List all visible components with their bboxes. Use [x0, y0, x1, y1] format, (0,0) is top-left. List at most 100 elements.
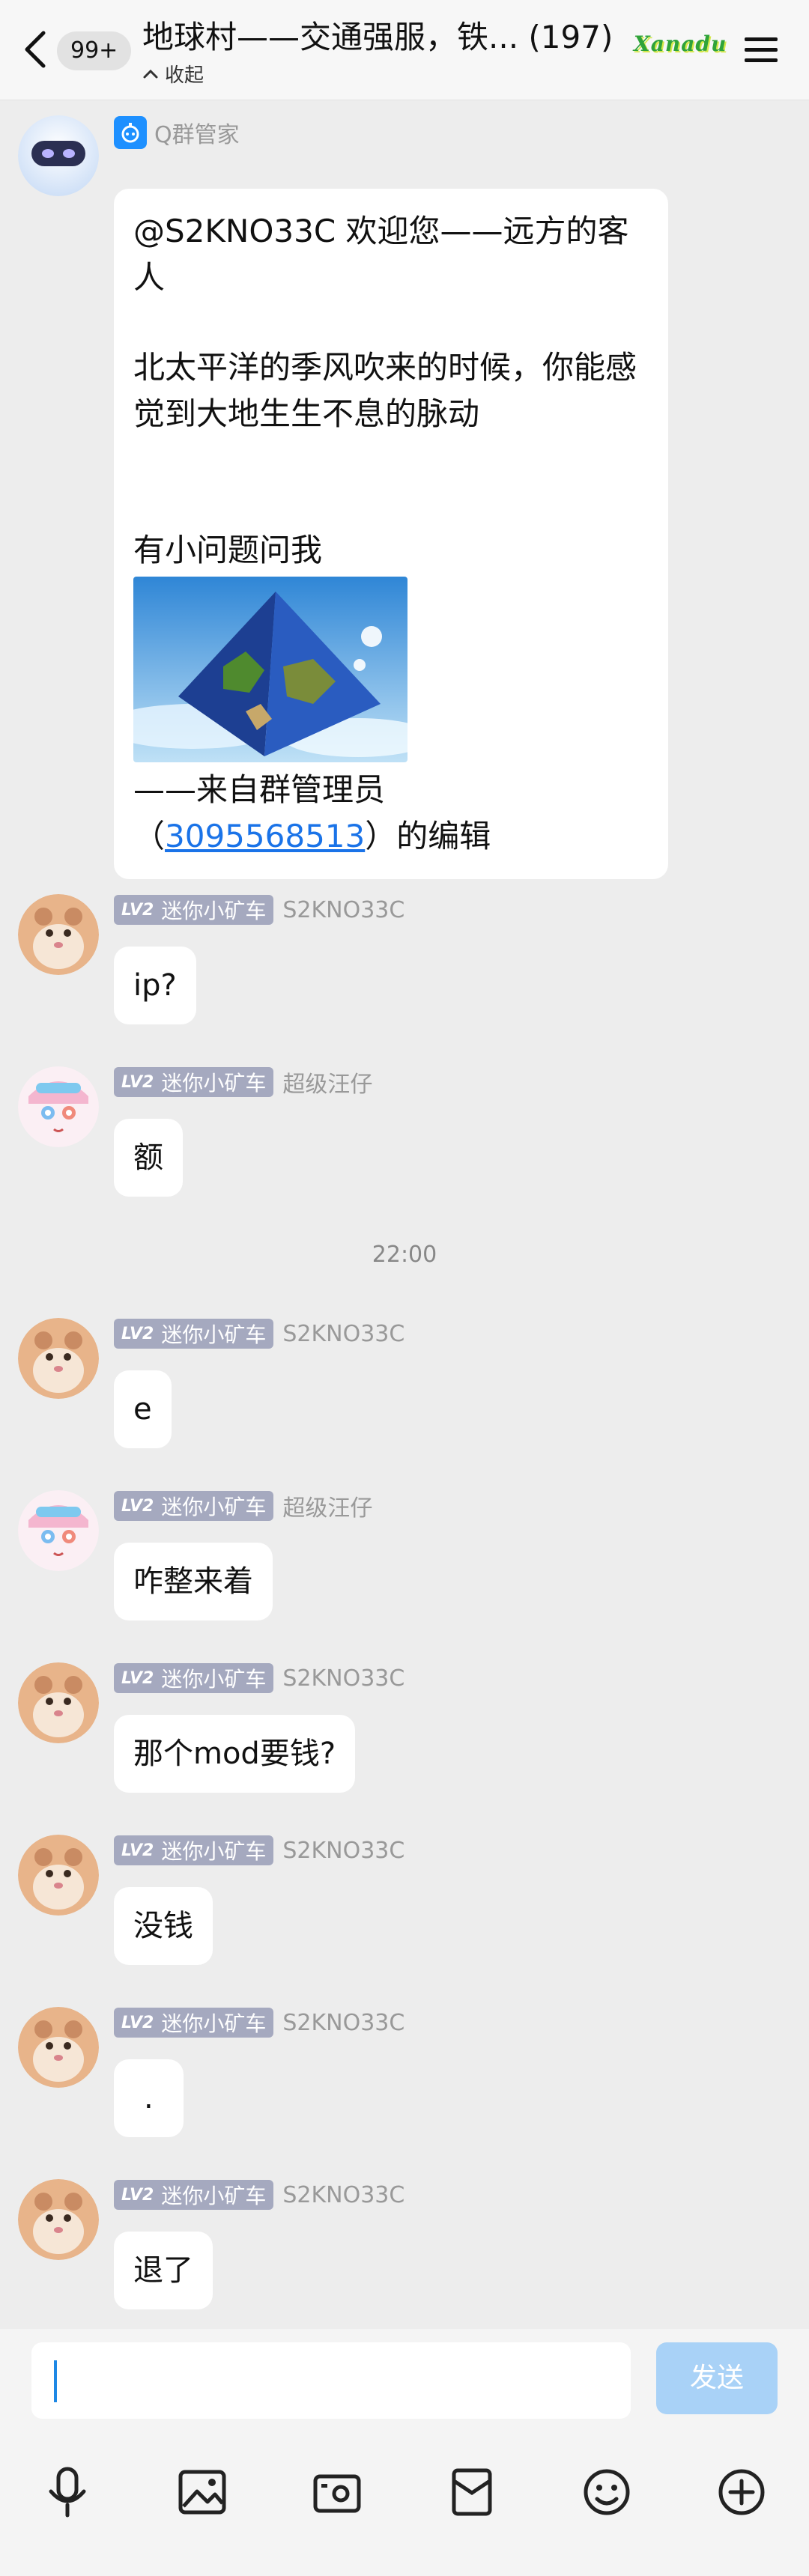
sender-name[interactable]: 超级汪仔 — [282, 1066, 372, 1099]
bot-avatar[interactable] — [18, 115, 99, 196]
robot-icon — [114, 116, 147, 149]
level-text: LV2 — [121, 900, 154, 920]
message-item: LV2 迷你小矿车 S2KNO33C e — [0, 1318, 809, 1453]
sender-line: LV2 迷你小矿车 超级汪仔 — [114, 1066, 372, 1098]
level-text: LV2 — [121, 1496, 154, 1516]
member-title: 迷你小矿车 — [161, 1322, 267, 1347]
level-text: LV2 — [121, 2013, 154, 2032]
sender-name[interactable]: S2KNO33C — [282, 1665, 404, 1692]
user-avatar[interactable] — [18, 894, 99, 975]
message-bubble[interactable]: 退了 — [114, 2232, 213, 2309]
level-text: LV2 — [121, 2185, 154, 2205]
signature-text: ——来自群管理员 — [133, 771, 386, 808]
message-item: Q群管家 @S2KNO33C 欢迎您——远方的客人 北太平洋的季风吹来的时候，你… — [0, 115, 809, 879]
message-bubble[interactable]: ip? — [114, 947, 196, 1024]
sender-name[interactable]: S2KNO33C — [282, 1838, 404, 1864]
message-item: LV2 迷你小矿车 S2KNO33C 没钱 — [0, 1835, 809, 1969]
user-avatar[interactable] — [18, 2007, 99, 2088]
user-avatar[interactable] — [18, 1835, 99, 1916]
chevron-up-icon — [143, 69, 158, 79]
menu-button[interactable] — [742, 33, 781, 67]
sender-name[interactable]: S2KNO33C — [282, 2182, 404, 2208]
message-bubble[interactable]: . — [114, 2059, 184, 2137]
message-bubble[interactable]: 咋整来着 — [114, 1543, 273, 1620]
collapse-label: 收起 — [165, 64, 204, 87]
sender-line: LV2 迷你小矿车 超级汪仔 — [114, 1490, 372, 1522]
chat-header: 99+ 地球村——交通强服，铁... (197) 收起 Xanadu — [0, 0, 809, 100]
level-badge: LV2 迷你小矿车 — [114, 895, 274, 925]
image-icon — [178, 2470, 226, 2515]
message-item: LV2 迷你小矿车 S2KNO33C 那个mod要钱? — [0, 1662, 809, 1797]
red-packet-icon — [452, 2468, 492, 2516]
user-avatar[interactable] — [18, 1318, 99, 1399]
back-button[interactable] — [18, 27, 55, 72]
hamburger-menu-icon — [745, 37, 778, 62]
level-text: LV2 — [121, 1668, 154, 1688]
message-bubble[interactable]: e — [114, 1370, 172, 1448]
welcome-text: 有小问题问我 — [133, 532, 323, 568]
level-badge: LV2 迷你小矿车 — [114, 1491, 274, 1521]
group-logo: Xanadu — [634, 31, 727, 56]
level-text: LV2 — [121, 1841, 154, 1860]
send-button[interactable]: 发送 — [656, 2342, 778, 2414]
message-item: LV2 迷你小矿车 S2KNO33C . — [0, 2007, 809, 2142]
user-avatar[interactable] — [18, 1490, 99, 1571]
sender-name[interactable]: S2KNO33C — [282, 897, 404, 923]
member-title: 迷你小矿车 — [161, 2011, 267, 2036]
welcome-text: 北太平洋的季风吹来的时候，你能感觉到大地生生不息的脉动 — [133, 349, 637, 432]
message-item: LV2 迷你小矿车 S2KNO33C 退了 — [0, 2179, 809, 2314]
level-text: LV2 — [121, 1324, 154, 1343]
edit-credit: （3095568513）的编辑 — [133, 813, 649, 860]
message-input[interactable] — [31, 2342, 631, 2419]
unread-count-badge[interactable]: 99+ — [57, 31, 132, 70]
user-avatar[interactable] — [18, 2179, 99, 2260]
emoji-button[interactable] — [577, 2462, 637, 2522]
member-title: 迷你小矿车 — [161, 1071, 267, 1096]
composer: 发送 — [0, 2329, 809, 2576]
sender-line: LV2 迷你小矿车 S2KNO33C — [114, 2007, 404, 2038]
plus-icon — [718, 2469, 765, 2515]
sender-name[interactable]: S2KNO33C — [282, 1321, 404, 1347]
member-title: 迷你小矿车 — [161, 899, 267, 923]
user-avatar[interactable] — [18, 1662, 99, 1743]
red-packet-button[interactable] — [442, 2462, 502, 2522]
camera-icon — [313, 2474, 361, 2513]
admin-id-link[interactable]: 3095568513 — [165, 818, 365, 854]
image-button[interactable] — [172, 2462, 232, 2522]
message-bubble[interactable]: 没钱 — [114, 1887, 213, 1965]
sender-name[interactable]: S2KNO33C — [282, 2010, 404, 2036]
member-title: 迷你小矿车 — [161, 1667, 267, 1692]
sender-line: LV2 迷你小矿车 S2KNO33C — [114, 1318, 404, 1349]
chat-title[interactable]: 地球村——交通强服，铁... (197) — [142, 16, 629, 58]
level-badge: LV2 迷你小矿车 — [114, 1835, 274, 1865]
voice-button[interactable] — [37, 2462, 97, 2522]
user-avatar[interactable] — [18, 1066, 99, 1147]
more-button[interactable] — [712, 2462, 772, 2522]
member-title: 迷你小矿车 — [161, 1495, 267, 1519]
collapse-toggle[interactable]: 收起 — [142, 60, 204, 87]
edit-suffix: ）的编辑 — [365, 818, 491, 854]
edit-prefix: （ — [133, 818, 166, 854]
sender-name[interactable]: Q群管家 — [154, 116, 240, 149]
message-item: LV2 迷你小矿车 超级汪仔 咋整来着 — [0, 1490, 809, 1625]
message-bubble[interactable]: @S2KNO33C 欢迎您——远方的客人 北太平洋的季风吹来的时候，你能感觉到大… — [114, 189, 668, 879]
level-badge: LV2 迷你小矿车 — [114, 1663, 274, 1693]
sender-line: LV2 迷你小矿车 S2KNO33C — [114, 1835, 404, 1866]
message-item: LV2 迷你小矿车 S2KNO33C ip? — [0, 894, 809, 1029]
sender-line: LV2 迷你小矿车 S2KNO33C — [114, 894, 404, 926]
emoji-icon — [584, 2469, 630, 2515]
message-bubble[interactable]: 那个mod要钱? — [114, 1715, 356, 1793]
welcome-text: @S2KNO33C 欢迎您——远方的客人 — [133, 213, 629, 296]
level-text: LV2 — [121, 1072, 154, 1092]
message-list[interactable]: Q群管家 @S2KNO33C 欢迎您——远方的客人 北太平洋的季风吹来的时候，你… — [0, 100, 809, 2329]
message-bubble[interactable]: 额 — [114, 1119, 183, 1197]
camera-button[interactable] — [307, 2462, 367, 2522]
level-badge: LV2 迷你小矿车 — [114, 1067, 274, 1097]
microphone-icon — [49, 2467, 86, 2518]
chevron-left-icon — [25, 31, 46, 68]
earth-cube-image[interactable] — [133, 577, 407, 762]
level-badge: LV2 迷你小矿车 — [114, 2180, 274, 2210]
level-badge: LV2 迷你小矿车 — [114, 2008, 274, 2038]
text-caret — [54, 2360, 57, 2402]
sender-name[interactable]: 超级汪仔 — [282, 1489, 372, 1522]
